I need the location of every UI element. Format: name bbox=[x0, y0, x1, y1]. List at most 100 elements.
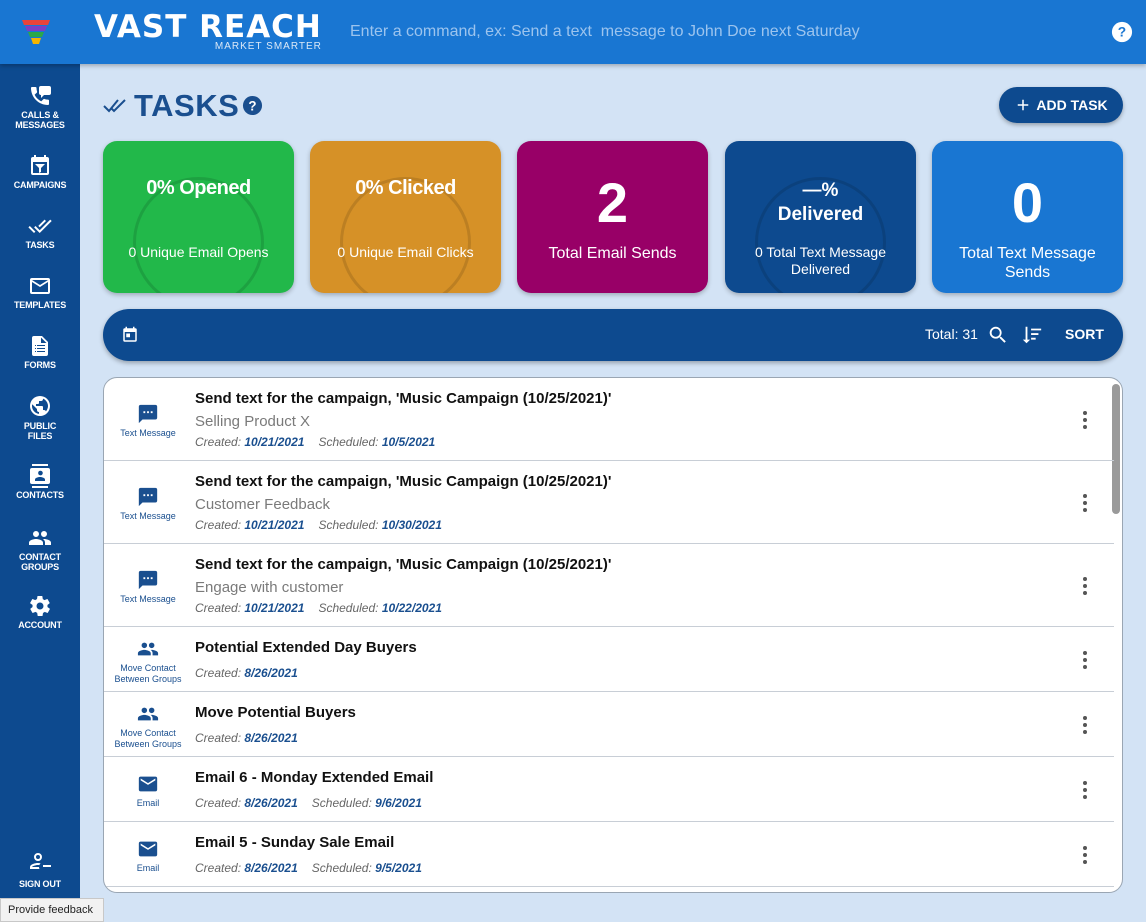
envelope-icon bbox=[30, 278, 50, 294]
opened-stat-card: 0% Opened 0 Unique Email Opens bbox=[103, 141, 294, 293]
more-options-icon[interactable] bbox=[1076, 844, 1094, 866]
help-icon[interactable]: ? bbox=[242, 95, 263, 116]
task-type-label: Email bbox=[136, 798, 160, 808]
created-date: 10/21/2021 bbox=[244, 435, 305, 449]
created-label: Created: bbox=[195, 861, 242, 875]
delivered-sub: 0 Total Text Message Delivered bbox=[754, 244, 886, 277]
nav-contact-groups[interactable]: CONTACT GROUPS bbox=[0, 526, 80, 572]
provide-feedback-button[interactable]: Provide feedback bbox=[0, 898, 104, 922]
task-title: Email 5 - Sunday Sale Email bbox=[195, 834, 395, 851]
more-options-icon[interactable] bbox=[1076, 409, 1094, 431]
envelope-icon bbox=[138, 841, 158, 857]
task-title: Send text for the campaign, 'Music Campa… bbox=[195, 556, 612, 573]
scheduled-date: 9/6/2021 bbox=[375, 796, 422, 810]
task-type-line2: Between Groups bbox=[114, 739, 182, 749]
calendar-funnel-icon bbox=[31, 155, 49, 175]
task-type-label: Text Message bbox=[120, 511, 176, 521]
task-type: Text Message bbox=[104, 569, 192, 605]
nav-templates[interactable]: TEMPLATES bbox=[0, 274, 80, 310]
nav-campaigns[interactable]: CAMPAIGNS bbox=[0, 154, 80, 190]
opened-percent: 0% Opened bbox=[146, 177, 251, 199]
task-title: Potential Extended Day Buyers bbox=[195, 639, 417, 656]
text-sends-value: 0 bbox=[1011, 171, 1044, 234]
task-title: Move Potential Buyers bbox=[195, 704, 356, 721]
nav-public-files[interactable]: PUBLIC FILES bbox=[0, 394, 80, 441]
task-row[interactable]: Move Contact Between Groups Potential Ext… bbox=[104, 627, 1114, 692]
task-type-label: Move Contact Between Groups bbox=[104, 663, 192, 685]
task-title: Send text for the campaign, 'Music Campa… bbox=[195, 390, 612, 407]
nav-sign-out[interactable]: SIGN OUT bbox=[0, 849, 80, 889]
add-task-label: ADD TASK bbox=[1036, 97, 1108, 113]
sort-icon[interactable] bbox=[1021, 324, 1043, 346]
text-sends-sub: Total Text Message Sends bbox=[959, 245, 1096, 281]
scheduled-label: Scheduled: bbox=[311, 796, 372, 810]
nav-tasks[interactable]: TASKS bbox=[0, 214, 80, 250]
brand-logo[interactable]: VAST REACH MARKET SMARTER bbox=[94, 9, 322, 52]
task-type-label: Text Message bbox=[120, 428, 176, 438]
task-row[interactable]: Move Contact Between Groups Move Potentia… bbox=[104, 692, 1114, 757]
created-date: 8/26/2021 bbox=[244, 861, 298, 875]
task-type-line2: Between Groups bbox=[114, 674, 182, 684]
task-row[interactable]: Text Message Send text for the campaign,… bbox=[104, 544, 1114, 627]
scheduled-date: 10/5/2021 bbox=[381, 435, 436, 449]
delivered-percent: —% Delivered bbox=[725, 179, 916, 227]
people-icon bbox=[137, 642, 159, 656]
nav-label: TEMPLATES bbox=[13, 300, 67, 310]
nav-label: SIGN OUT bbox=[19, 879, 61, 889]
task-list: Text Message Send text for the campaign,… bbox=[103, 377, 1123, 893]
more-options-icon[interactable] bbox=[1076, 649, 1094, 671]
created-label: Created: bbox=[195, 435, 242, 449]
calendar-icon[interactable] bbox=[121, 326, 139, 344]
task-row[interactable]: Text Message Send text for the campaign,… bbox=[104, 461, 1114, 544]
nav-calls-messages[interactable]: CALLS & MESSAGES bbox=[0, 84, 80, 130]
task-meta: Created: 10/21/2021 Scheduled: 10/30/2021 bbox=[195, 518, 442, 532]
task-subtitle: Selling Product X bbox=[195, 413, 311, 430]
envelope-icon bbox=[138, 776, 158, 792]
delivered-stat-card: —% Delivered 0 Total Text Message Delive… bbox=[725, 141, 916, 293]
add-task-button[interactable]: ADD TASK bbox=[999, 87, 1123, 123]
task-meta: Created: 10/21/2021 Scheduled: 10/22/2021 bbox=[195, 601, 442, 615]
help-icon[interactable]: ? bbox=[1111, 21, 1133, 43]
created-date: 10/21/2021 bbox=[244, 601, 305, 615]
task-meta: Created: 8/26/2021 bbox=[195, 731, 298, 745]
task-row[interactable]: Email Email 5 - Sunday Sale Email Create… bbox=[104, 822, 1114, 887]
brand-name: VAST REACH bbox=[94, 9, 322, 45]
email-sends-stat-card: 2 Total Email Sends bbox=[517, 141, 708, 293]
nav-account[interactable]: ACCOUNT bbox=[0, 594, 80, 630]
task-meta: Created: 8/26/2021 Scheduled: 9/6/2021 bbox=[195, 796, 422, 810]
nav-label: CALLS & MESSAGES bbox=[15, 110, 65, 130]
created-label: Created: bbox=[195, 601, 242, 615]
task-row[interactable]: Email Email 6 - Monday Extended Email Cr… bbox=[104, 757, 1114, 822]
double-check-icon bbox=[103, 99, 126, 113]
nav-label: ACCOUNT bbox=[18, 620, 62, 630]
more-options-icon[interactable] bbox=[1076, 575, 1094, 597]
nav-contacts[interactable]: CONTACTS bbox=[0, 464, 80, 500]
funnel-logo-icon[interactable] bbox=[22, 18, 50, 46]
command-input[interactable] bbox=[344, 18, 1044, 46]
more-options-icon[interactable] bbox=[1076, 714, 1094, 736]
scheduled-label: Scheduled: bbox=[318, 518, 379, 532]
more-options-icon[interactable] bbox=[1076, 492, 1094, 514]
sort-button[interactable]: SORT bbox=[1065, 326, 1104, 342]
nav-label: FORMS bbox=[24, 360, 56, 370]
task-toolbar: Total: 31 SORT bbox=[103, 309, 1123, 361]
clicked-stat-card: 0% Clicked 0 Unique Email Clicks bbox=[310, 141, 501, 293]
task-title: Email 6 - Monday Extended Email bbox=[195, 769, 434, 786]
task-row[interactable]: Text Message Send text for the campaign,… bbox=[104, 378, 1114, 461]
created-label: Created: bbox=[195, 796, 242, 810]
nav-forms[interactable]: FORMS bbox=[0, 334, 80, 370]
search-icon[interactable] bbox=[987, 324, 1009, 346]
gear-icon bbox=[30, 596, 50, 616]
scheduled-date: 10/30/2021 bbox=[381, 518, 442, 532]
clicked-sub: 0 Unique Email Clicks bbox=[337, 244, 474, 260]
task-subtitle: Customer Feedback bbox=[195, 496, 331, 513]
scheduled-label: Scheduled: bbox=[311, 861, 372, 875]
task-type: Email bbox=[104, 773, 192, 809]
nav-label: CONTACTS bbox=[16, 490, 64, 500]
chat-bubble-icon bbox=[138, 404, 158, 424]
opened-sub: 0 Unique Email Opens bbox=[128, 244, 269, 260]
task-title: Send text for the campaign, 'Music Campa… bbox=[195, 473, 612, 490]
more-options-icon[interactable] bbox=[1076, 779, 1094, 801]
task-meta: Created: 8/26/2021 Scheduled: 9/5/2021 bbox=[195, 861, 422, 875]
task-type-label: Move Contact Between Groups bbox=[104, 728, 192, 750]
